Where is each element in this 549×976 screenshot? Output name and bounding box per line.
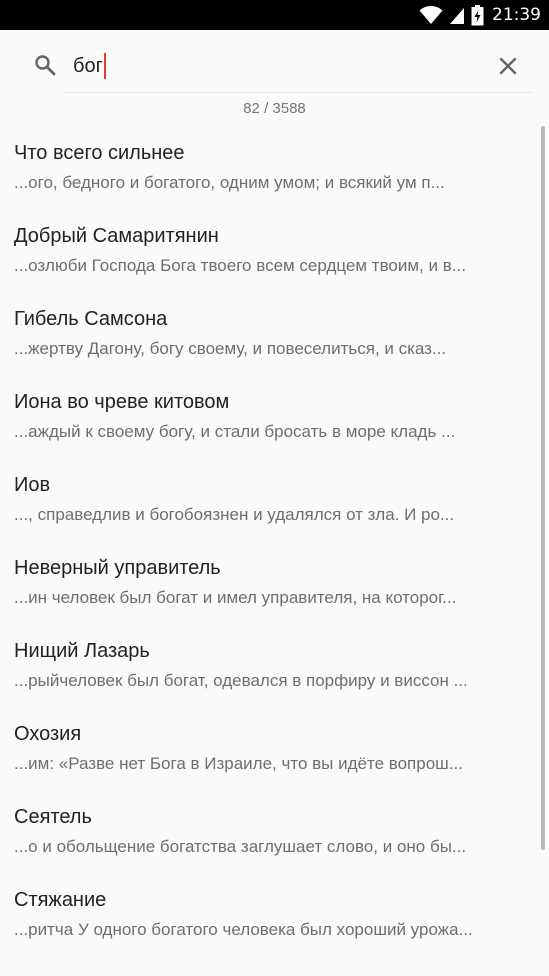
list-item[interactable]: Добрый Самаритянин ...озлюби Господа Бог… [0,209,540,292]
list-item[interactable]: Что всего сильнее ...ого, бедного и бога… [0,126,540,209]
results-list[interactable]: Что всего сильнее ...ого, бедного и бога… [0,126,549,976]
list-item-title: Что всего сильнее [14,142,185,164]
list-item-snippet: ...аждый к своему богу, и стали бросать … [14,422,456,441]
text-cursor [104,53,106,79]
list-item-title: Иов [14,474,51,496]
list-item-title: Неверный управитель [14,557,221,579]
status-icons: 21:39 [419,0,541,30]
list-item[interactable]: Нищий Лазарь ...рыйчеловек был богат, од… [0,624,540,707]
list-item-snippet: ...о и обольщение богатства заглушает сл… [14,837,467,856]
list-item-title: Гибель Самсона [14,308,168,330]
search-icon[interactable] [33,53,57,77]
list-item-title: Нищий Лазарь [14,640,150,662]
search-input[interactable] [73,50,463,82]
battery-icon [471,4,484,25]
list-item-snippet: ...ин человек был богат и имел управител… [14,588,457,607]
list-item-title: Сеятель [14,806,92,828]
list-item-snippet: ..., справедлив и богобоязнен и удалялся… [14,505,455,524]
status-time: 21:39 [492,5,541,25]
signal-icon [450,8,464,24]
list-item[interactable]: Неверный управитель ...ин человек был бо… [0,541,540,624]
list-item[interactable]: Сеятель ...о и обольщение богатства загл… [0,790,540,873]
list-item[interactable]: Охозия ...им: «Разве нет Бога в Израиле,… [0,707,540,790]
list-item[interactable]: Стяжание ...ритча У одного богатого чело… [0,873,540,956]
list-item-snippet: ...рыйчеловек был богат, одевался в порф… [14,671,468,690]
search-underline [64,92,532,93]
list-item-snippet: ...ритча У одного богатого человека был … [14,920,473,939]
list-item-title: Охозия [14,723,82,745]
status-bar: 21:39 [0,0,549,30]
list-item-snippet: ...озлюби Господа Бога твоего всем сердц… [14,256,466,275]
list-item-snippet: ...жертву Дагону, богу своему, и повесел… [14,339,447,358]
search-bar [0,30,549,94]
close-icon[interactable] [496,54,520,78]
list-item-title: Добрый Самаритянин [14,225,219,247]
scrollbar[interactable] [541,126,545,850]
list-item[interactable]: Иона во чреве китовом ...аждый к своему … [0,375,540,458]
list-item-title: Стяжание [14,889,107,911]
list-item[interactable]: Гибель Самсона ...жертву Дагону, богу св… [0,292,540,375]
list-item-snippet: ...ого, бедного и богатого, одним умом; … [14,173,445,192]
results-counter: 82 / 3588 [243,100,306,117]
list-item-title: Иона во чреве китовом [14,391,230,413]
list-item[interactable]: Иов ..., справедлив и богобоязнен и удал… [0,458,540,541]
list-item-snippet: ...им: «Разве нет Бога в Израиле, что вы… [14,754,463,773]
wifi-icon [419,6,443,24]
